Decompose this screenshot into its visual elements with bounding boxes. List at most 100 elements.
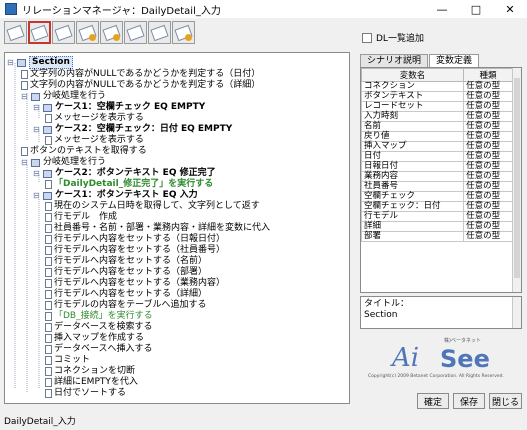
- collapse-icon[interactable]: ⊟: [33, 124, 42, 135]
- tree-row[interactable]: 詳細にEMPTYを代入: [45, 377, 138, 388]
- tree-root-row[interactable]: ⊟ Section: [7, 56, 73, 69]
- toolbar-button-4[interactable]: [76, 21, 99, 44]
- tree-row[interactable]: 行モデル 作成: [45, 212, 117, 223]
- variable-name-cell[interactable]: 空欄チェック: [361, 191, 465, 202]
- variable-type-cell[interactable]: 任意の型: [463, 201, 513, 212]
- tree-row[interactable]: 文字列の内容がNULLであるかどうかを判定する（日付）: [21, 69, 260, 80]
- variable-type-cell[interactable]: 任意の型: [463, 141, 513, 152]
- variable-type-cell[interactable]: 任意の型: [463, 91, 513, 102]
- variable-name-cell[interactable]: 入力時刻: [361, 111, 465, 122]
- checkbox-box[interactable]: [362, 32, 372, 43]
- table-row[interactable]: 社員番号 任意の型: [361, 181, 513, 192]
- variable-type-cell[interactable]: 任意の型: [463, 121, 513, 132]
- variable-type-cell[interactable]: 任意の型: [463, 131, 513, 142]
- save-button[interactable]: 保存: [453, 393, 485, 409]
- variable-type-cell[interactable]: 任意の型: [463, 161, 513, 172]
- tree-row[interactable]: データベースを検索する: [45, 322, 153, 333]
- collapse-icon[interactable]: ⊟: [33, 102, 42, 113]
- tab-scenario-description[interactable]: シナリオ説明: [360, 54, 429, 67]
- toolbar-button-3[interactable]: [52, 21, 75, 44]
- variable-type-cell[interactable]: 任意の型: [463, 231, 513, 242]
- tree-row[interactable]: メッセージを表示する: [45, 113, 144, 124]
- collapse-icon[interactable]: ⊟: [33, 168, 42, 179]
- tree-row[interactable]: 行モデルへ内容をセットする（日報日付）: [45, 234, 225, 245]
- variable-name-cell[interactable]: 名前: [361, 121, 465, 132]
- tree-row[interactable]: 社員番号・名前・部署・業務内容・詳細を変数に代入: [45, 223, 270, 234]
- tree-row[interactable]: コネクションを切断: [45, 366, 135, 377]
- collapse-icon[interactable]: ⊟: [7, 57, 16, 68]
- scenario-tree[interactable]: ⊟ Section 文字列の内容がNULLであるかどうかを判定する（日付） 文字列…: [4, 52, 350, 404]
- variable-name-cell[interactable]: 日報日付: [361, 161, 465, 172]
- variable-type-cell[interactable]: 任意の型: [463, 81, 513, 92]
- tree-row[interactable]: ⊟ 分岐処理を行う: [21, 91, 106, 102]
- toolbar-button-1[interactable]: [4, 21, 27, 44]
- tree-row[interactable]: 行モデルへ内容をセットする（業務内容）: [45, 278, 225, 289]
- table-row[interactable]: レコードセット 任意の型: [361, 101, 513, 112]
- tree-row[interactable]: 「DailyDetail_修正完了」を実行する: [45, 179, 213, 190]
- variable-type-cell[interactable]: 任意の型: [463, 151, 513, 162]
- close-window-button[interactable]: ✕: [493, 0, 527, 18]
- table-row[interactable]: 挿入マップ 任意の型: [361, 141, 513, 152]
- table-row[interactable]: 戻り値 任意の型: [361, 131, 513, 142]
- tree-row[interactable]: ⊟ ケース1：ボタンテキスト EQ 入力: [33, 190, 198, 201]
- collapse-icon[interactable]: ⊟: [21, 91, 30, 102]
- tree-row[interactable]: ⊟ ケース2：空欄チェック：日付 EQ EMPTY: [33, 124, 232, 135]
- tree-row[interactable]: 行モデルへ内容をセットする（部署）: [45, 267, 207, 278]
- table-row[interactable]: コネクション 任意の型: [361, 81, 513, 92]
- tree-row[interactable]: 日付でソートする: [45, 388, 126, 399]
- variable-name-cell[interactable]: 空欄チェック：日付: [361, 201, 465, 212]
- table-row[interactable]: 日報日付 任意の型: [361, 161, 513, 172]
- variable-type-cell[interactable]: 任意の型: [463, 111, 513, 122]
- tree-row[interactable]: ⊟ 分岐処理を行う: [21, 157, 106, 168]
- tab-variable-definition[interactable]: 変数定義: [429, 54, 480, 67]
- tree-row[interactable]: 行モデルの内容をテーブルへ追加する: [45, 300, 206, 311]
- variable-type-cell[interactable]: 任意の型: [463, 171, 513, 182]
- tree-row[interactable]: 挿入マップを作成する: [45, 333, 144, 344]
- table-row[interactable]: 日付 任意の型: [361, 151, 513, 162]
- variable-type-cell[interactable]: 任意の型: [463, 181, 513, 192]
- toolbar-button-8[interactable]: [172, 21, 195, 44]
- close-button[interactable]: 閉じる: [489, 393, 522, 409]
- collapse-icon[interactable]: ⊟: [33, 190, 42, 201]
- variable-name-cell[interactable]: コネクション: [361, 81, 465, 92]
- collapse-icon[interactable]: ⊟: [21, 157, 30, 168]
- table-row[interactable]: 部署 任意の型: [361, 231, 513, 242]
- table-row[interactable]: 行モデル 任意の型: [361, 211, 513, 222]
- variable-name-cell[interactable]: 戻り値: [361, 131, 465, 142]
- variable-type-cell[interactable]: 任意の型: [463, 221, 513, 232]
- variable-name-cell[interactable]: レコードセット: [361, 101, 465, 112]
- toolbar-button-7[interactable]: [148, 21, 171, 44]
- table-row[interactable]: ボタンテキスト 任意の型: [361, 91, 513, 102]
- table-row[interactable]: 空欄チェック 任意の型: [361, 191, 513, 202]
- tree-row[interactable]: ⊟ ケース2：ボタンテキスト EQ 修正完了: [33, 168, 216, 179]
- variable-name-cell[interactable]: 部署: [361, 231, 465, 242]
- tree-row[interactable]: ⊟ ケース1：空欄チェック EQ EMPTY: [33, 102, 205, 113]
- toolbar-button-6[interactable]: [124, 21, 147, 44]
- tree-row[interactable]: 行モデルへ内容をセットする（詳細）: [45, 289, 207, 300]
- column-header-variable-name[interactable]: 変数名: [361, 68, 465, 82]
- scroll-thumb[interactable]: [514, 78, 520, 278]
- table-row[interactable]: 入力時刻 任意の型: [361, 111, 513, 122]
- tree-row[interactable]: ボタンのテキストを取得する: [21, 146, 147, 157]
- confirm-button[interactable]: 確定: [417, 393, 449, 409]
- toolbar-button-5[interactable]: [100, 21, 123, 44]
- column-header-type[interactable]: 種類: [463, 68, 513, 82]
- variable-name-cell[interactable]: 行モデル: [361, 211, 465, 222]
- table-row[interactable]: 名前 任意の型: [361, 121, 513, 132]
- description-scrollbar[interactable]: [512, 297, 521, 328]
- title-description-box[interactable]: タイトル： Section: [360, 296, 522, 329]
- tree-row[interactable]: 「DB_接続」を実行する: [45, 311, 153, 322]
- tree-row[interactable]: メッセージを表示する: [45, 135, 144, 146]
- variable-name-cell[interactable]: 社員番号: [361, 181, 465, 192]
- variable-name-cell[interactable]: ボタンテキスト: [361, 91, 465, 102]
- tree-row[interactable]: 行モデルへ内容をセットする（名前）: [45, 256, 207, 267]
- toolbar-button-2[interactable]: [28, 21, 51, 44]
- dl-list-add-checkbox[interactable]: DL一覧追加: [362, 31, 424, 44]
- table-row[interactable]: 詳細 任意の型: [361, 221, 513, 232]
- variable-type-cell[interactable]: 任意の型: [463, 191, 513, 202]
- variable-table-scrollbar[interactable]: [512, 68, 521, 292]
- minimize-button[interactable]: —: [425, 0, 459, 18]
- maximize-button[interactable]: □: [459, 0, 493, 18]
- tree-row[interactable]: データベースへ挿入する: [45, 344, 153, 355]
- table-row[interactable]: 空欄チェック：日付 任意の型: [361, 201, 513, 212]
